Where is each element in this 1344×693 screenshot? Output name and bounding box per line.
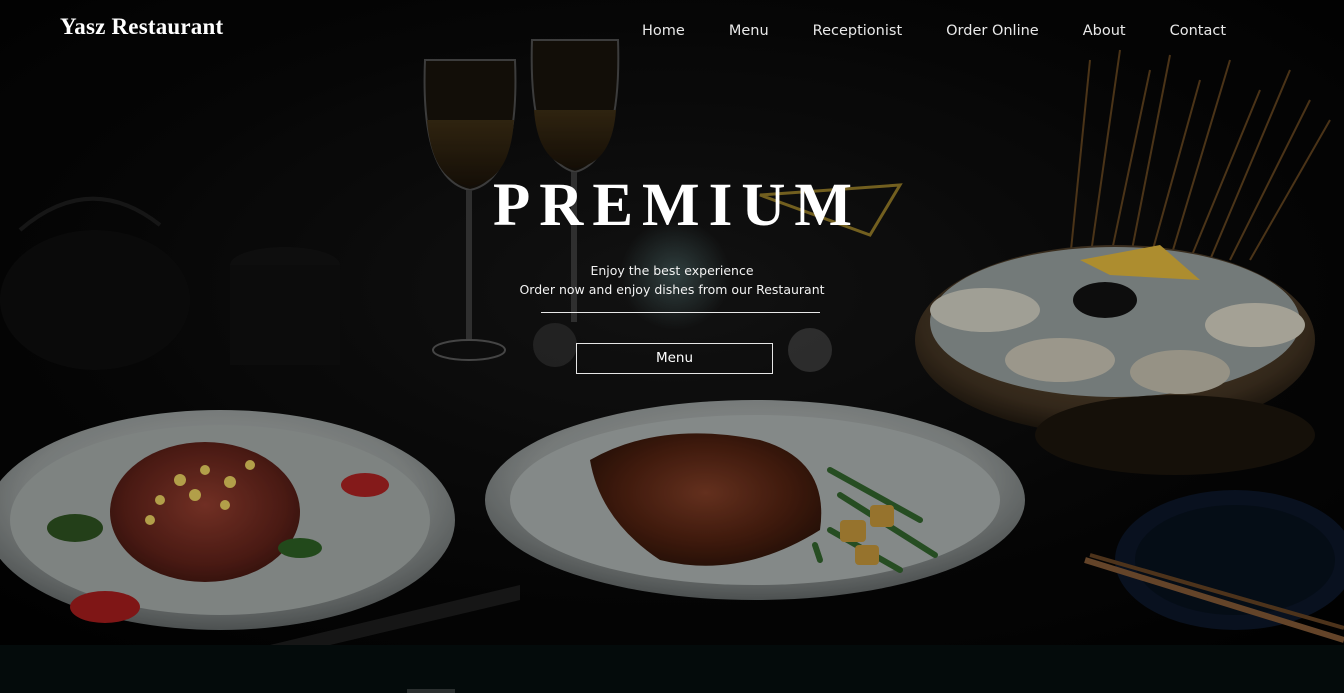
hero-dark-overlay	[0, 0, 1344, 645]
menu-button[interactable]: Menu	[576, 343, 773, 374]
hero-tagline-line1: Enjoy the best experience	[590, 263, 754, 278]
nav-about[interactable]: About	[1061, 21, 1148, 41]
main-nav: Home Menu Receptionist Order Online Abou…	[620, 21, 1248, 41]
hero-tagline-line2: Order now and enjoy dishes from our Rest…	[519, 282, 825, 297]
hero-title: PREMIUM	[493, 172, 861, 239]
hero-section: Yasz Restaurant Home Menu Receptionist O…	[0, 0, 1344, 645]
next-section-band	[0, 645, 1344, 693]
nav-order-online[interactable]: Order Online	[924, 21, 1061, 41]
nav-contact[interactable]: Contact	[1148, 21, 1248, 41]
nav-home[interactable]: Home	[620, 21, 707, 41]
brand-logo[interactable]: Yasz Restaurant	[60, 14, 223, 40]
page: Yasz Restaurant Home Menu Receptionist O…	[0, 0, 1344, 693]
section-indicator	[407, 689, 455, 693]
nav-receptionist[interactable]: Receptionist	[791, 21, 925, 41]
nav-menu[interactable]: Menu	[707, 21, 791, 41]
hero-divider	[541, 312, 820, 313]
